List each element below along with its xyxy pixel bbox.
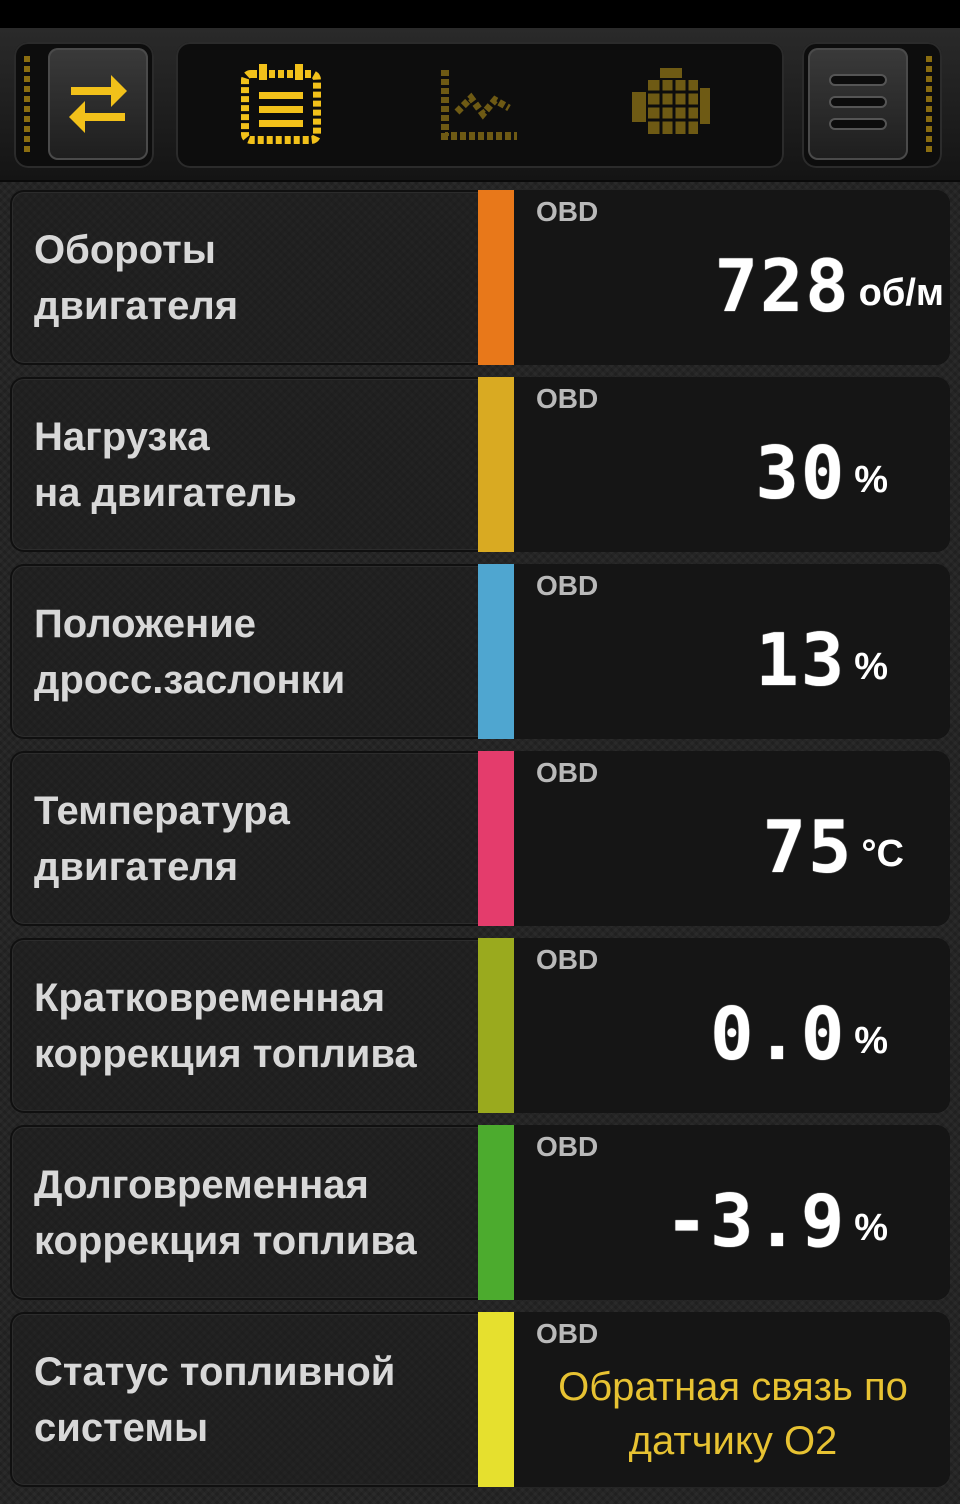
led-strip [24, 56, 30, 152]
sensor-label: Положение дросс.заслонки [34, 601, 346, 702]
toolbar-tabs [176, 42, 784, 168]
sensor-unit: % [854, 645, 888, 688]
sensor-source: OBD [536, 1131, 599, 1162]
sensor-value: 30 [755, 431, 847, 515]
sensor-unit: об/м [858, 271, 944, 314]
swap-button[interactable] [48, 48, 148, 160]
sensor-source: OBD [536, 944, 599, 975]
sensor-color-bar [478, 190, 514, 365]
sensor-value-panel: OBD 75 °C [514, 751, 950, 926]
tab-dashboard[interactable] [236, 62, 326, 150]
sensor-value-panel: OBD Обратная связь по датчику O2 [514, 1312, 950, 1487]
sensor-value-panel: OBD 13 % [514, 564, 950, 739]
sensor-source: OBD [536, 196, 599, 227]
sensor-source: OBD [536, 1318, 599, 1349]
sensor-color-bar [478, 938, 514, 1113]
toolbar [0, 28, 960, 182]
sensor-label: Долговременная коррекция топлива [34, 1162, 417, 1263]
sensor-unit: % [854, 1019, 888, 1062]
sensor-label: Кратковременная коррекция топлива [34, 975, 417, 1076]
sensor-row-rpm[interactable]: Обороты двигателя OBD 728 об/м [10, 190, 950, 365]
status-bar [0, 0, 960, 28]
engine-icon [626, 62, 716, 151]
toolbar-right-group [802, 42, 942, 168]
app-screen: Обороты двигателя OBD 728 об/м Нагрузка … [0, 0, 960, 1504]
sensor-value: -3.9 [664, 1179, 847, 1263]
sensor-source: OBD [536, 570, 599, 601]
toolbar-left-group [14, 42, 154, 168]
sensor-source: OBD [536, 757, 599, 788]
sensor-value-panel: OBD -3.9 % [514, 1125, 950, 1300]
sensor-unit: °C [861, 832, 904, 875]
tab-engine[interactable] [626, 62, 716, 150]
dashboard-grid-icon [239, 62, 323, 151]
sensor-value: 0.0 [710, 992, 847, 1076]
sensor-value: 75 [762, 805, 854, 889]
sensor-row-load[interactable]: Нагрузка на двигатель OBD 30 % [10, 377, 950, 552]
sensor-value-panel: OBD 30 % [514, 377, 950, 552]
sensor-row-long-fuel-trim[interactable]: Долговременная коррекция топлива OBD -3.… [10, 1125, 950, 1300]
sensor-label: Статус топливной системы [34, 1349, 396, 1450]
menu-icon [828, 71, 888, 138]
sensor-row-throttle[interactable]: Положение дросс.заслонки OBD 13 % [10, 564, 950, 739]
sensor-text-value: Обратная связь по датчику O2 [558, 1365, 908, 1463]
sensor-color-bar [478, 1125, 514, 1300]
led-strip [926, 56, 932, 152]
sensor-label: Нагрузка на двигатель [34, 414, 297, 515]
sensor-label: Обороты двигателя [34, 227, 239, 328]
sensor-unit: % [854, 1206, 888, 1249]
chart-icon [437, 62, 521, 151]
sensor-value-panel: OBD 0.0 % [514, 938, 950, 1113]
sensor-value: 13 [755, 618, 847, 702]
sensor-color-bar [478, 377, 514, 552]
sensor-unit: % [854, 458, 888, 501]
sensor-source: OBD [536, 383, 599, 414]
sensor-color-bar [478, 564, 514, 739]
sensor-value: 728 [714, 244, 851, 328]
sensor-color-bar [478, 751, 514, 926]
sensor-row-fuel-system-status[interactable]: Статус топливной системы OBD Обратная св… [10, 1312, 950, 1487]
sensor-label: Температура двигателя [34, 788, 290, 889]
swap-arrows-icon [67, 69, 129, 140]
sensor-row-coolant-temp[interactable]: Температура двигателя OBD 75 °C [10, 751, 950, 926]
menu-button[interactable] [808, 48, 908, 160]
tab-charts[interactable] [434, 62, 524, 150]
sensor-value-panel: OBD 728 об/м [514, 190, 950, 365]
sensor-row-short-fuel-trim[interactable]: Кратковременная коррекция топлива OBD 0.… [10, 938, 950, 1113]
sensor-color-bar [478, 1312, 514, 1487]
